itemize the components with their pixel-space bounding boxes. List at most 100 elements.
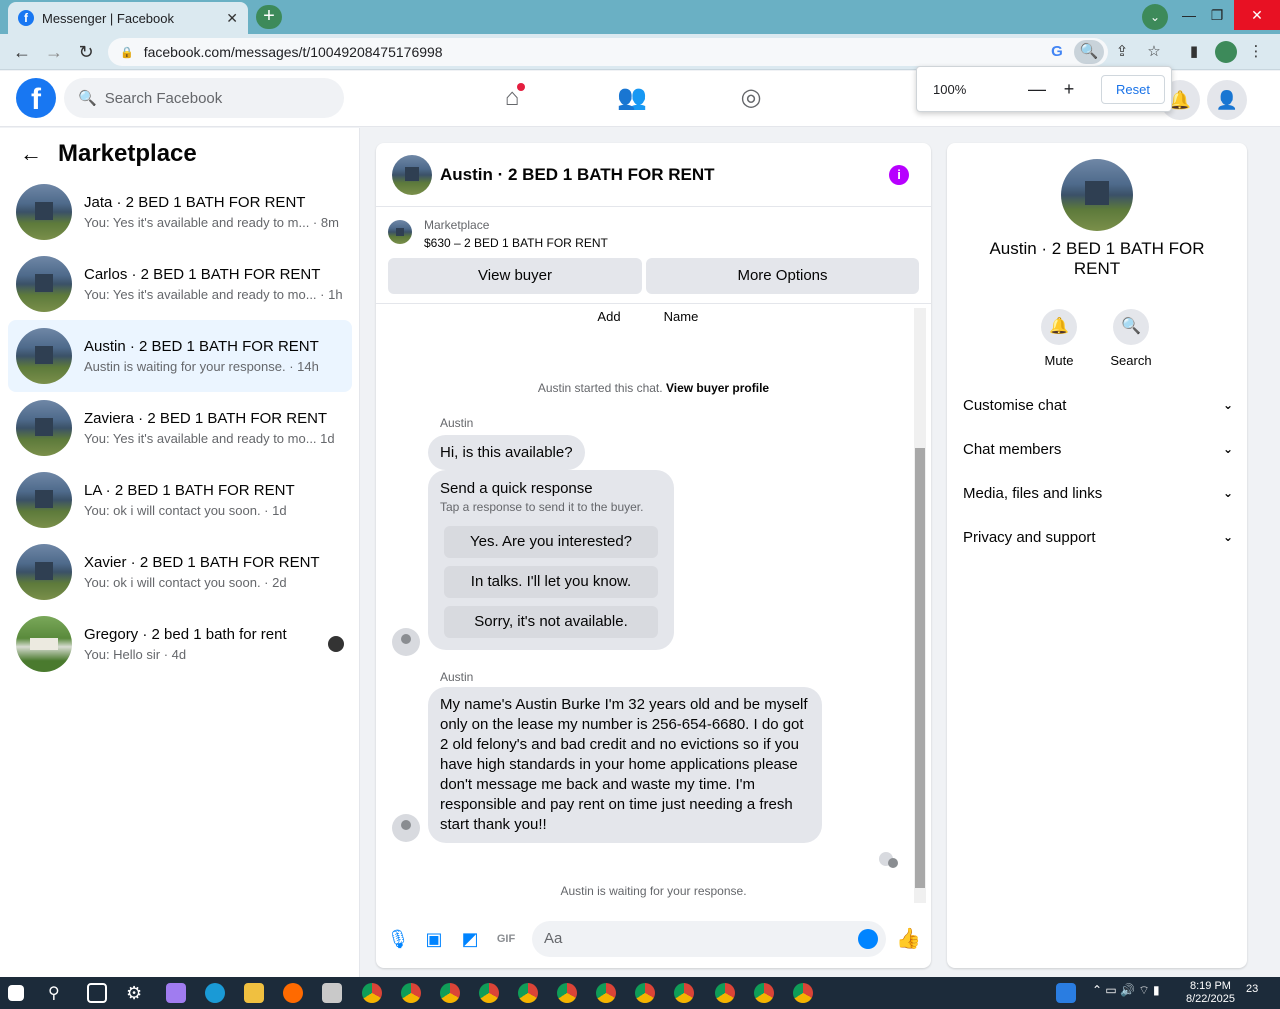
conversation-item[interactable]: Gregory · 2 bed 1 bath for rent You: Hel… xyxy=(8,608,352,680)
edge-icon[interactable] xyxy=(205,983,225,1003)
browser-tab-bar: f Messenger | Facebook ✕ + ⌄ — ❐ ✕ xyxy=(0,0,1280,34)
share-icon[interactable]: ⇪ xyxy=(1110,40,1134,64)
privacy-support-row[interactable]: Privacy and support ⌄ xyxy=(963,525,1233,549)
quick-response-unavailable-button[interactable]: Sorry, it's not available. xyxy=(444,606,658,638)
search-facebook-input[interactable]: 🔍 Search Facebook xyxy=(64,78,344,118)
chrome-icon[interactable] xyxy=(674,983,694,1003)
mute-button[interactable]: 🔔 Mute xyxy=(1029,309,1089,368)
chevron-down-icon: ⌄ xyxy=(1222,398,1233,412)
emoji-icon[interactable] xyxy=(858,929,878,949)
mute-label: Mute xyxy=(1044,353,1074,368)
reload-icon[interactable]: ↻ xyxy=(74,40,98,64)
side-panel-icon[interactable]: ▮ xyxy=(1182,40,1206,64)
search-placeholder: Search Facebook xyxy=(104,89,223,107)
sticker-icon[interactable]: ◩ xyxy=(458,927,482,951)
conversation-name: LA · 2 BED 1 BATH FOR RENT xyxy=(84,482,295,499)
chrome-icon[interactable] xyxy=(596,983,616,1003)
chrome-icon[interactable] xyxy=(440,983,460,1003)
back-arrow-icon[interactable]: ← xyxy=(20,141,42,167)
word-icon[interactable] xyxy=(1056,983,1076,1003)
sender-name: Austin xyxy=(440,416,474,430)
chrome-icon[interactable] xyxy=(557,983,577,1003)
conversation-item[interactable]: Xavier · 2 BED 1 BATH FOR RENT You: ok i… xyxy=(8,536,352,608)
notification-center-icon[interactable]: 23 xyxy=(1246,983,1274,1003)
tab-close-icon[interactable]: ✕ xyxy=(226,10,238,27)
conversation-preview: You: Hello sir · 4d xyxy=(84,647,187,662)
chrome-icon[interactable] xyxy=(518,983,538,1003)
url-field[interactable]: 🔒 facebook.com/messages/t/10049208475176… xyxy=(108,38,1108,66)
bookmark-star-icon[interactable]: ☆ xyxy=(1142,40,1166,64)
zoom-reset-button[interactable]: Reset xyxy=(1101,74,1165,104)
groups-icon[interactable]: ◎ xyxy=(736,83,766,113)
chrome-icon[interactable] xyxy=(401,983,421,1003)
app-icon[interactable] xyxy=(322,983,342,1003)
forward-icon[interactable]: → xyxy=(42,40,66,64)
chrome-icon[interactable] xyxy=(635,983,655,1003)
menu-icon[interactable]: ⋮ xyxy=(1244,40,1268,64)
chrome-icon[interactable] xyxy=(362,983,382,1003)
chevron-down-icon[interactable]: ⌄ xyxy=(1142,4,1168,30)
message-input[interactable]: Aa xyxy=(532,921,886,957)
message-composer: 🎙 ▣ ◩ GIF Aa 👍 xyxy=(376,913,931,968)
windows-start-icon[interactable] xyxy=(8,985,24,1001)
chat-members-row[interactable]: Chat members ⌄ xyxy=(963,437,1233,461)
customise-chat-row[interactable]: Customise chat ⌄ xyxy=(963,393,1233,417)
google-icon[interactable]: G xyxy=(1045,40,1069,64)
name-button[interactable]: Name xyxy=(651,309,711,324)
chat-title[interactable]: Austin · 2 BED 1 BATH FOR RENT xyxy=(440,165,715,185)
marketplace-sidebar: ← Marketplace Jata · 2 BED 1 BATH FOR RE… xyxy=(0,128,360,977)
clock[interactable]: 8:19 PM 8/22/2025 xyxy=(1186,980,1235,1006)
close-window-icon[interactable]: ✕ xyxy=(1234,0,1280,30)
view-buyer-profile-link[interactable]: View buyer profile xyxy=(666,381,769,395)
info-icon[interactable]: i xyxy=(889,165,909,185)
conversation-item-active[interactable]: Austin · 2 BED 1 BATH FOR RENT Austin is… xyxy=(8,320,352,392)
browser-tab[interactable]: f Messenger | Facebook ✕ xyxy=(8,2,248,34)
more-options-button[interactable]: More Options xyxy=(646,258,919,294)
copilot-icon[interactable] xyxy=(166,983,186,1003)
chrome-icon[interactable] xyxy=(754,983,774,1003)
gif-icon[interactable]: GIF xyxy=(494,927,518,951)
search-icon[interactable]: ⚲ xyxy=(48,983,68,1003)
file-explorer-icon[interactable] xyxy=(244,983,264,1003)
search-chat-button[interactable]: 🔍 Search xyxy=(1101,309,1161,368)
conversation-item[interactable]: Zaviera · 2 BED 1 BATH FOR RENT You: Yes… xyxy=(8,392,352,464)
home-icon[interactable]: ⌂ xyxy=(497,83,527,113)
search-icon: 🔍 xyxy=(1113,309,1149,345)
chat-thumbnail[interactable] xyxy=(392,154,432,195)
zoom-icon[interactable]: 🔍 xyxy=(1074,40,1104,64)
view-buyer-button[interactable]: View buyer xyxy=(388,258,642,294)
firefox-icon[interactable] xyxy=(283,983,303,1003)
facebook-logo[interactable]: f xyxy=(16,78,56,118)
back-icon[interactable]: ← xyxy=(10,40,34,64)
profile-avatar[interactable]: 👤 xyxy=(1207,80,1247,120)
system-tray-icons[interactable]: ⌃ ▭ 🔊 ⌔ ▮ xyxy=(1092,983,1172,1003)
settings-gear-icon[interactable]: ⚙ xyxy=(126,983,146,1003)
conversation-item[interactable]: LA · 2 BED 1 BATH FOR RENT You: ok i wil… xyxy=(8,464,352,536)
account-icon[interactable] xyxy=(1215,41,1237,63)
chrome-icon[interactable] xyxy=(479,983,499,1003)
listing-price-title[interactable]: $630 – 2 BED 1 BATH FOR RENT xyxy=(424,236,608,250)
chevron-down-icon: ⌄ xyxy=(1222,442,1233,456)
new-tab-button[interactable]: + xyxy=(256,5,282,29)
quick-response-yes-button[interactable]: Yes. Are you interested? xyxy=(444,526,658,558)
zoom-out-button[interactable]: — xyxy=(1021,79,1053,100)
chrome-icon[interactable] xyxy=(715,983,735,1003)
chat-scrollbar[interactable] xyxy=(914,308,926,903)
media-files-links-row[interactable]: Media, files and links ⌄ xyxy=(963,481,1233,505)
quick-response-talks-button[interactable]: In talks. I'll let you know. xyxy=(444,566,658,598)
friends-icon[interactable]: 👥 xyxy=(617,83,647,113)
add-button[interactable]: Add xyxy=(579,309,639,324)
zoom-in-button[interactable]: + xyxy=(1053,79,1085,100)
listing-thumbnail xyxy=(16,328,72,384)
conversation-item[interactable]: Jata · 2 BED 1 BATH FOR RENT You: Yes it… xyxy=(8,176,352,248)
microphone-icon[interactable]: 🎙 xyxy=(386,927,410,951)
scrollbar-thumb[interactable] xyxy=(915,448,925,888)
conversation-name: Zaviera · 2 BED 1 BATH FOR RENT xyxy=(84,410,328,427)
conversation-preview: You: ok i will contact you soon. · 2d xyxy=(84,575,287,590)
photo-icon[interactable]: ▣ xyxy=(422,927,446,951)
conversation-item[interactable]: Carlos · 2 BED 1 BATH FOR RENT You: Yes … xyxy=(8,248,352,320)
task-view-icon[interactable] xyxy=(87,983,107,1003)
thumbs-up-icon[interactable]: 👍 xyxy=(896,927,921,951)
chrome-icon[interactable] xyxy=(793,983,813,1003)
message-bubble: My name's Austin Burke I'm 32 years old … xyxy=(428,687,822,843)
